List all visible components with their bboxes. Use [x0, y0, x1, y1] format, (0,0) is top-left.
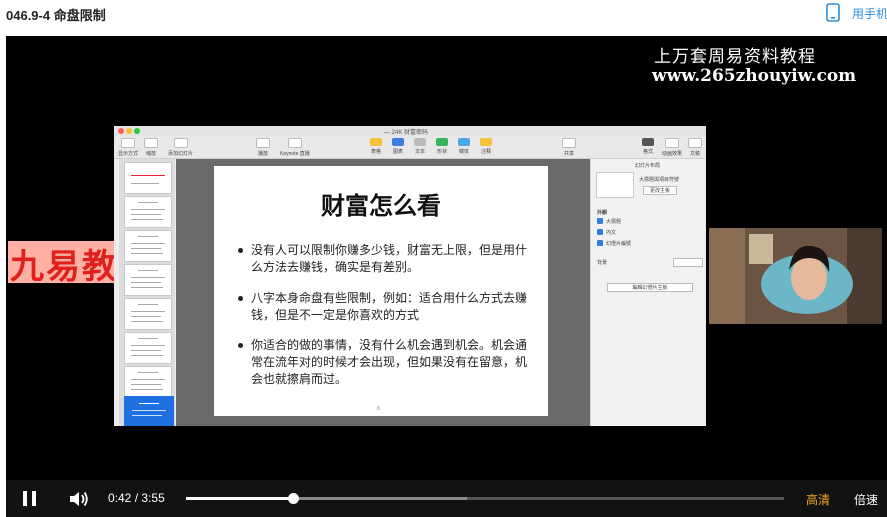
- seek-bar[interactable]: [186, 493, 784, 504]
- presenter-webcam: [709, 228, 882, 324]
- slide-bullet: 八字本身命盘有些限制，例如：适合用什么方式去赚钱，但是不一定是你喜欢的方式: [238, 290, 528, 324]
- inspector-header: 幻灯片布局: [635, 163, 661, 169]
- change-master-button: 更改主板: [643, 186, 678, 195]
- slide-title: 财富怎么看: [321, 193, 441, 220]
- slide-thumbnail: [124, 332, 172, 364]
- option-body: 內文: [606, 230, 617, 236]
- slide-thumbnail: [124, 264, 172, 296]
- play-icon: [256, 138, 270, 148]
- toolbar-share: 共享: [562, 138, 576, 157]
- background-label: 背景: [597, 260, 608, 266]
- bullet-dot-icon: [238, 343, 243, 348]
- keynote-toolbar: 显示方式 缩放 添加幻灯片 播放 Keynote 直播 表格 图表 文本 形状 …: [114, 136, 706, 159]
- keynote-window-title: — 24K 财富密码: [384, 130, 429, 136]
- player-controls: 0:42 / 3:55 高清 倍速: [6, 480, 887, 517]
- toolbar-format: 格式: [642, 138, 654, 155]
- slide-page-number: 8: [377, 406, 380, 412]
- keynote-window: — 24K 财富密码 显示方式 缩放 添加幻灯片 播放 Keynote 直播 表…: [114, 126, 706, 426]
- volume-icon[interactable]: [68, 489, 90, 509]
- speed-button[interactable]: 倍速: [854, 491, 878, 508]
- time-display: 0:42 / 3:55: [108, 491, 165, 505]
- toolbar-live: Keynote 直播: [280, 138, 310, 157]
- slide-thumbnail: [124, 196, 172, 228]
- watermark-text: 上万套周易资料教程: [654, 47, 816, 67]
- page-header: 046.9-4 命盘限制 用手机: [0, 0, 887, 36]
- toolbar-zoom: 缩放: [144, 138, 158, 157]
- phone-icon[interactable]: [826, 3, 840, 22]
- total-duration: 3:55: [141, 491, 165, 505]
- toolbar-add-slide: 添加幻灯片: [168, 138, 193, 157]
- bullet-dot-icon: [238, 296, 243, 301]
- slide-bullet: 没有人可以限制你赚多少钱，财富无上限，但是用什么方法去赚钱，确实是有差别。: [238, 242, 528, 276]
- checkbox-checked-icon: [597, 218, 603, 224]
- zoom-icon: [144, 138, 158, 148]
- pause-button[interactable]: [23, 491, 37, 506]
- current-time: 0:42: [108, 491, 132, 505]
- layout-name: 大標題與項目符號: [639, 177, 680, 183]
- slide-bullet: 你适合的做的事情，没有什么机会遇到机会。机会通常在流年对的时候才会出现，但如果没…: [238, 337, 528, 388]
- format-inspector: 幻灯片布局 大標題與項目符號 更改主板 外観 大標題 內文 幻燈片編號 背景 編…: [590, 159, 706, 426]
- watch-on-phone-link[interactable]: 用手机: [852, 5, 887, 22]
- slide-thumbnail: [124, 230, 172, 262]
- background-swatch: [673, 258, 703, 267]
- toolbar-media: 媒体: [458, 138, 470, 155]
- toolbar-document: 文稿: [688, 138, 702, 157]
- view-icon: [121, 138, 135, 148]
- slide-navigator: [119, 159, 175, 426]
- pause-bar-icon: [23, 491, 27, 506]
- played-bar: [186, 497, 293, 500]
- document-icon: [688, 138, 702, 148]
- video-player[interactable]: 上万套周易资料教程 www.265zhouyiw.com 九易教程 — 24K …: [6, 36, 887, 480]
- appearance-section: 外観: [597, 210, 608, 216]
- slide-thumbnail: [124, 366, 172, 398]
- toolbar-comment: 注释: [480, 138, 492, 155]
- seek-handle[interactable]: [287, 493, 299, 504]
- animate-icon: [665, 138, 679, 148]
- chart-icon: [392, 138, 404, 146]
- comment-icon: [480, 138, 492, 146]
- format-icon: [642, 138, 654, 146]
- toolbar-shape: 形状: [436, 138, 448, 155]
- toolbar-chart: 图表: [392, 138, 404, 155]
- current-slide: 财富怎么看 没有人可以限制你赚多少钱，财富无上限，但是用什么方法去赚钱，确实是有…: [214, 166, 548, 416]
- bullet-dot-icon: [238, 248, 243, 253]
- pause-bar-icon: [32, 491, 36, 506]
- toolbar-table: 表格: [370, 138, 382, 155]
- shape-icon: [436, 138, 448, 146]
- layout-preview: [596, 172, 634, 198]
- option-title: 大標題: [606, 219, 622, 225]
- slide-thumbnail: [124, 298, 172, 330]
- slide-canvas: 财富怎么看 没有人可以限制你赚多少钱，财富无上限，但是用什么方法去赚钱，确实是有…: [176, 159, 590, 426]
- presenter-image: [709, 228, 882, 324]
- close-dot-icon: [118, 128, 124, 134]
- toolbar-animate: 动画效果: [662, 138, 682, 157]
- slide-thumbnail-selected: [124, 396, 174, 426]
- edit-master-button: 編輯幻燈片主板: [607, 283, 693, 292]
- toolbar-play: 播放: [256, 138, 270, 157]
- toolbar-view: 显示方式: [118, 138, 138, 157]
- text-icon: [414, 138, 426, 146]
- checkbox-checked-icon: [597, 240, 603, 246]
- zoom-dot-icon: [134, 128, 140, 134]
- option-slide-number: 幻燈片編號: [606, 241, 632, 247]
- watermark-url: www.265zhouyiw.com: [652, 66, 857, 86]
- time-separator: /: [134, 491, 139, 505]
- slide-thumbnail: [124, 162, 172, 194]
- checkbox-checked-icon: [597, 229, 603, 235]
- keynote-titlebar: — 24K 财富密码: [114, 126, 706, 136]
- minimize-dot-icon: [126, 128, 132, 134]
- video-title: 046.9-4 命盘限制: [6, 8, 106, 23]
- live-icon: [287, 138, 302, 148]
- toolbar-text: 文本: [414, 138, 426, 155]
- quality-button[interactable]: 高清: [806, 491, 830, 508]
- plus-icon: [173, 138, 188, 148]
- media-icon: [458, 138, 470, 146]
- table-icon: [370, 138, 382, 146]
- share-icon: [562, 138, 576, 148]
